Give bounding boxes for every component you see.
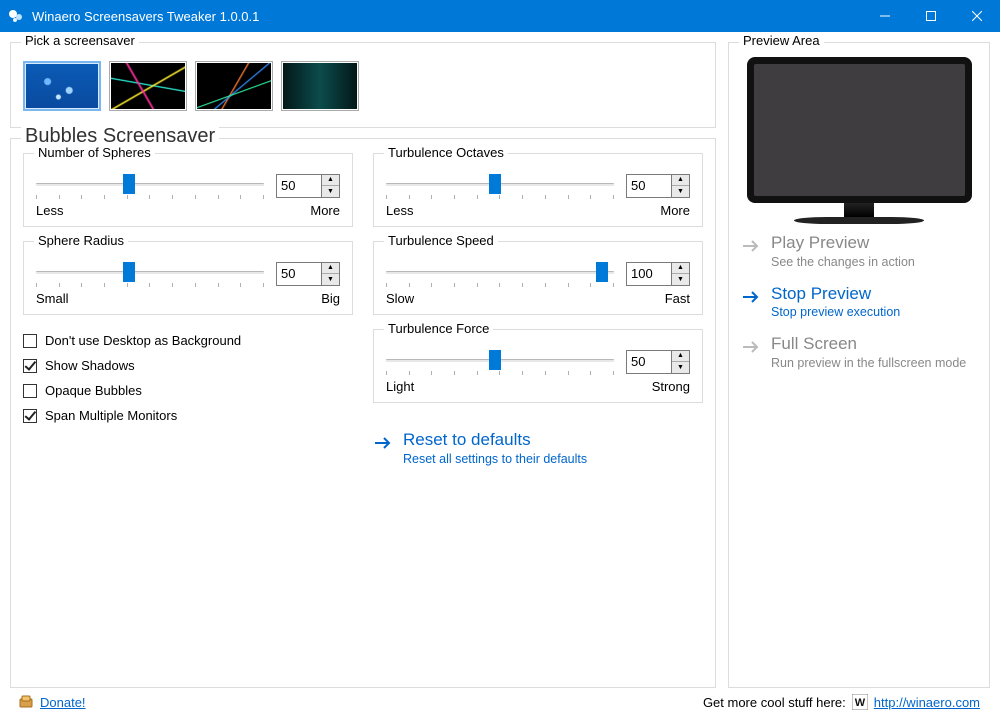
force-label: Turbulence Force (384, 321, 493, 336)
preview-area-group: Preview Area Play Preview See the change (728, 42, 990, 688)
reset-title: Reset to defaults (403, 431, 587, 450)
spheres-down[interactable]: ▼ (322, 186, 339, 197)
spheres-spinner[interactable]: ▲▼ (276, 174, 340, 198)
octaves-min-label: Less (386, 203, 413, 218)
radius-max-label: Big (321, 291, 340, 306)
play-sub: See the changes in action (771, 255, 915, 269)
checkbox-icon (23, 409, 37, 423)
check-desktop-bg[interactable]: Don't use Desktop as Background (23, 333, 353, 348)
spheres-up[interactable]: ▲ (322, 175, 339, 187)
arrow-right-icon (741, 236, 761, 256)
close-button[interactable] (954, 0, 1000, 32)
full-title: Full Screen (771, 335, 966, 354)
force-min-label: Light (386, 379, 414, 394)
check-shadows-label: Show Shadows (45, 358, 135, 373)
check-desktop-bg-label: Don't use Desktop as Background (45, 333, 241, 348)
check-span[interactable]: Span Multiple Monitors (23, 408, 353, 423)
play-preview-action[interactable]: Play Preview See the changes in action (741, 234, 977, 269)
maximize-button[interactable] (908, 0, 954, 32)
winaero-link[interactable]: http://winaero.com (874, 695, 980, 710)
spheres-input[interactable] (276, 174, 322, 198)
speed-min-label: Slow (386, 291, 414, 306)
radius-slider[interactable] (36, 260, 264, 284)
radius-up[interactable]: ▲ (322, 263, 339, 275)
force-group: Turbulence Force (373, 329, 703, 403)
octaves-down[interactable]: ▼ (672, 186, 689, 197)
checkbox-icon (23, 359, 37, 373)
minimize-button[interactable] (862, 0, 908, 32)
spheres-group: Number of Spheres (23, 153, 353, 227)
screensaver-thumb-ribbons[interactable] (109, 61, 187, 111)
octaves-max-label: More (660, 203, 690, 218)
screensaver-thumb-mystify[interactable] (195, 61, 273, 111)
app-icon (8, 8, 24, 24)
status-bar: Donate! Get more cool stuff here: W http… (10, 688, 990, 716)
check-span-label: Span Multiple Monitors (45, 408, 177, 423)
force-slider[interactable] (386, 348, 614, 372)
spheres-slider[interactable] (36, 172, 264, 196)
stop-title: Stop Preview (771, 285, 900, 304)
bubbles-settings-group: Bubbles Screensaver Number of Spheres (10, 138, 716, 688)
speed-group: Turbulence Speed (373, 241, 703, 315)
radius-group: Sphere Radius (23, 241, 353, 315)
radius-input[interactable] (276, 262, 322, 286)
force-max-label: Strong (652, 379, 690, 394)
footer-blurb: Get more cool stuff here: (703, 695, 846, 710)
reset-sub: Reset all settings to their defaults (403, 452, 587, 466)
speed-slider[interactable] (386, 260, 614, 284)
reset-defaults-action[interactable]: Reset to defaults Reset all settings to … (373, 431, 703, 466)
arrow-right-icon (373, 433, 393, 453)
octaves-spinner[interactable]: ▲▼ (626, 174, 690, 198)
title-bar: Winaero Screensavers Tweaker 1.0.0.1 (0, 0, 1000, 32)
spheres-max-label: More (310, 203, 340, 218)
force-input[interactable] (626, 350, 672, 374)
radius-down[interactable]: ▼ (322, 274, 339, 285)
check-opaque[interactable]: Opaque Bubbles (23, 383, 353, 398)
donate-link[interactable]: Donate! (40, 695, 86, 710)
donate-icon (18, 694, 34, 710)
screensaver-thumb-aurora[interactable] (281, 61, 359, 111)
arrow-right-icon (741, 287, 761, 307)
spheres-min-label: Less (36, 203, 63, 218)
force-spinner[interactable]: ▲▼ (626, 350, 690, 374)
preview-area-heading: Preview Area (739, 33, 824, 48)
stop-sub: Stop preview execution (771, 305, 900, 319)
window-title: Winaero Screensavers Tweaker 1.0.0.1 (32, 9, 862, 24)
octaves-slider[interactable] (386, 172, 614, 196)
play-title: Play Preview (771, 234, 915, 253)
check-opaque-label: Opaque Bubbles (45, 383, 142, 398)
force-down[interactable]: ▼ (672, 362, 689, 373)
octaves-group: Turbulence Octaves (373, 153, 703, 227)
speed-up[interactable]: ▲ (672, 263, 689, 275)
check-shadows[interactable]: Show Shadows (23, 358, 353, 373)
screensaver-picker-group: Pick a screensaver (10, 42, 716, 128)
speed-down[interactable]: ▼ (672, 274, 689, 285)
radius-label: Sphere Radius (34, 233, 128, 248)
radius-min-label: Small (36, 291, 69, 306)
screensaver-thumb-bubbles[interactable] (23, 61, 101, 111)
octaves-label: Turbulence Octaves (384, 145, 508, 160)
full-sub: Run preview in the fullscreen mode (771, 356, 966, 370)
arrow-right-icon (741, 337, 761, 357)
stop-preview-action[interactable]: Stop Preview Stop preview execution (741, 285, 977, 320)
fullscreen-action[interactable]: Full Screen Run preview in the fullscree… (741, 335, 977, 370)
octaves-input[interactable] (626, 174, 672, 198)
force-up[interactable]: ▲ (672, 351, 689, 363)
speed-spinner[interactable]: ▲▼ (626, 262, 690, 286)
checkbox-icon (23, 384, 37, 398)
octaves-up[interactable]: ▲ (672, 175, 689, 187)
speed-input[interactable] (626, 262, 672, 286)
speed-label: Turbulence Speed (384, 233, 498, 248)
svg-text:W: W (855, 697, 866, 709)
radius-spinner[interactable]: ▲▼ (276, 262, 340, 286)
preview-monitor (747, 57, 972, 224)
options-checklist: Don't use Desktop as Background Show Sha… (23, 333, 353, 423)
spheres-label: Number of Spheres (34, 145, 155, 160)
screensaver-picker-heading: Pick a screensaver (21, 33, 139, 48)
winaero-icon: W (852, 694, 868, 710)
screensaver-thumb-list (23, 57, 703, 115)
checkbox-icon (23, 334, 37, 348)
speed-max-label: Fast (665, 291, 690, 306)
